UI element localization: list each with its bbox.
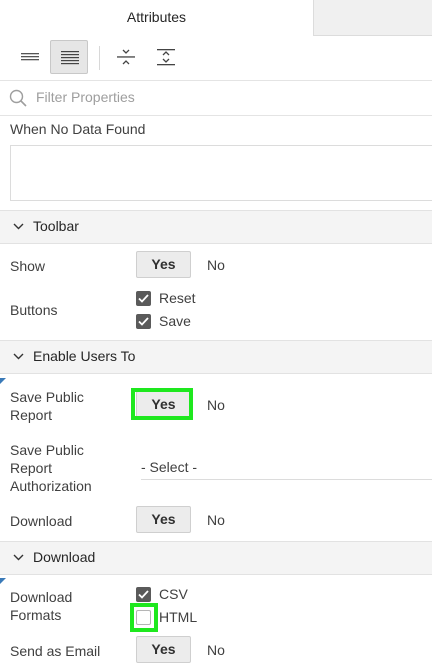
save-public-auth-label: Save Public Report Authorization [10,442,92,494]
highlight-box [131,388,193,420]
checkmark-icon [138,317,149,326]
chevron-down-icon [13,554,24,561]
view-toolbar [0,36,432,81]
authorization-select[interactable]: - Select - [141,459,432,480]
csv-checkbox-label: CSV [159,586,188,602]
show-no-toggle[interactable]: No [207,257,225,273]
toolbar-separator [99,46,100,70]
no-data-found-textarea[interactable] [10,145,432,201]
section-enable-users[interactable]: Enable Users To [0,340,432,374]
section-title: Toolbar [33,218,79,234]
highlight-box [130,603,158,632]
save-checkbox[interactable] [136,314,151,329]
section-title: Enable Users To [33,348,136,364]
expanded-lines-icon [61,51,79,65]
show-label: Show [10,258,46,274]
search-icon [9,89,27,107]
expanded-view-button[interactable] [50,40,88,74]
expand-all-button[interactable] [147,40,185,74]
download-formats-label: Download Formats [10,589,73,623]
chevron-down-icon [13,223,24,230]
section-toolbar[interactable]: Toolbar [0,210,432,244]
section-download[interactable]: Download [0,541,432,575]
reset-checkbox[interactable] [136,291,151,306]
send-email-yes-toggle[interactable]: Yes [136,636,191,663]
chevron-down-icon [13,353,24,360]
save-checkbox-label: Save [159,313,191,329]
compact-lines-icon [21,53,39,61]
expand-all-icon [157,49,175,66]
send-email-label: Send as Email [10,643,101,659]
section-title: Download [33,549,96,565]
buttons-label: Buttons [10,302,58,318]
checkmark-icon [138,294,149,303]
collapse-all-button[interactable] [107,40,145,74]
filter-placeholder: Filter Properties [36,89,135,105]
show-yes-toggle[interactable]: Yes [136,251,191,278]
send-email-no-toggle[interactable]: No [207,642,225,658]
reset-checkbox-label: Reset [159,290,196,306]
csv-checkbox[interactable] [136,587,151,602]
download-label: Download [10,513,73,529]
checkmark-icon [138,590,149,599]
tab-attributes[interactable]: Attributes [0,0,314,36]
filter-properties-input[interactable]: Filter Properties [0,81,432,116]
modified-flag [0,378,6,384]
html-checkbox-label: HTML [159,609,198,625]
modified-flag [0,578,6,584]
save-public-no-toggle[interactable]: No [207,397,225,413]
collapse-all-icon [117,49,135,65]
save-public-report-label: Save Public Report [10,389,84,423]
download-no-toggle[interactable]: No [207,512,225,528]
tab-bar: Attributes [0,0,432,36]
download-yes-toggle[interactable]: Yes [136,506,191,533]
no-data-found-label: When No Data Found [10,121,146,137]
compact-view-button[interactable] [11,40,49,74]
